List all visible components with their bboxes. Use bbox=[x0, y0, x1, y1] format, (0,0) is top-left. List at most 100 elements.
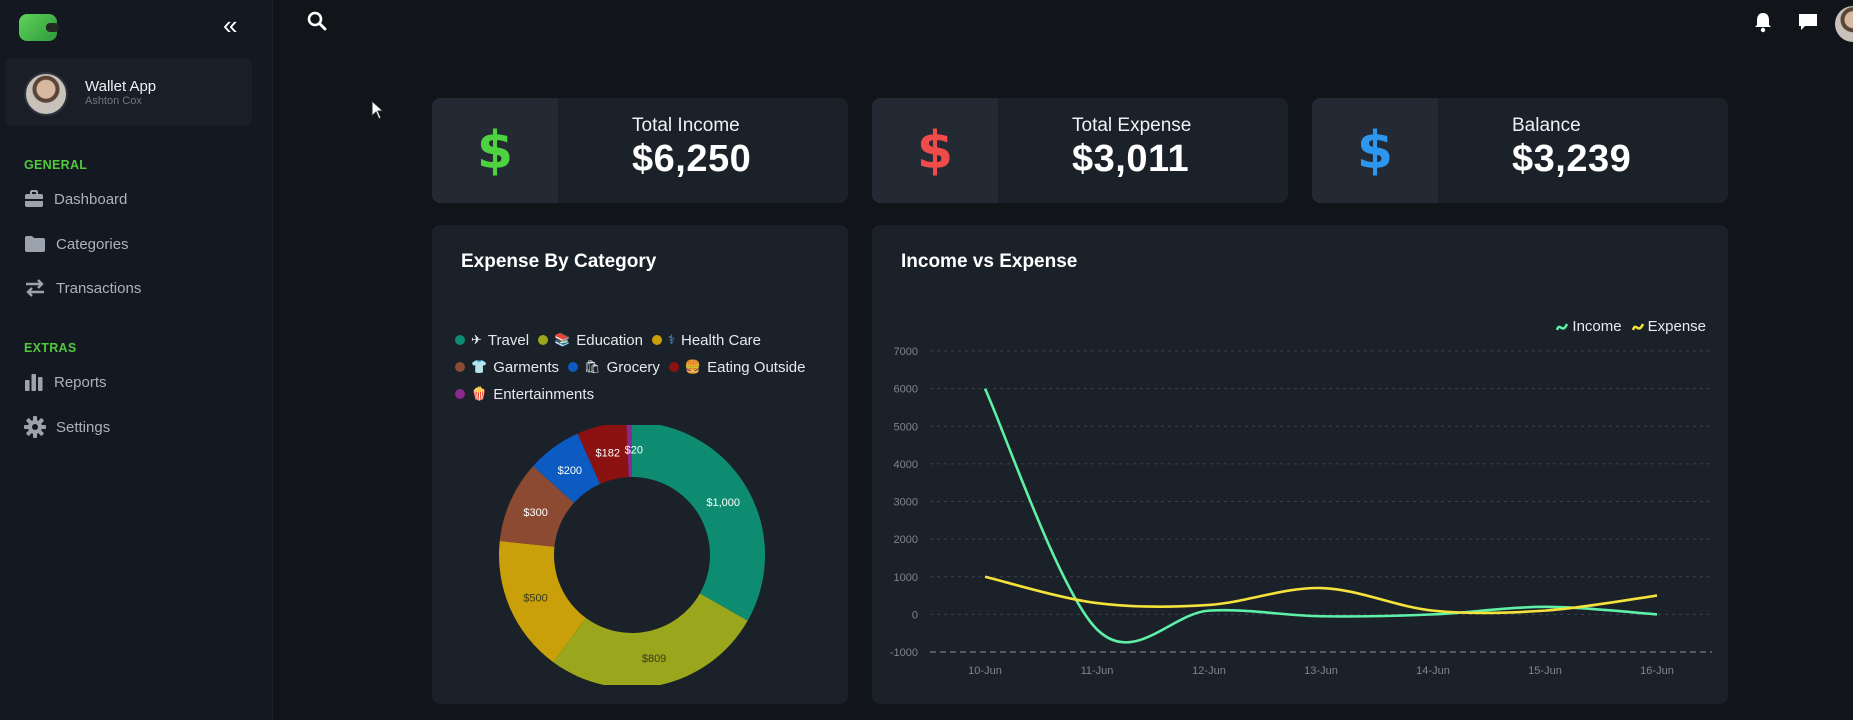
y-tick-label: 1000 bbox=[894, 572, 918, 584]
legend-dot bbox=[455, 335, 465, 345]
collapse-sidebar-button[interactable]: « bbox=[223, 12, 237, 38]
legend-dot bbox=[538, 335, 549, 345]
y-tick-label: -1000 bbox=[890, 647, 918, 659]
sidebar-item-label: Transactions bbox=[56, 279, 142, 297]
legend-label: Grocery bbox=[606, 358, 660, 376]
mouse-cursor-icon bbox=[371, 99, 385, 125]
y-tick-label: 3000 bbox=[894, 497, 918, 509]
data-label: $182 bbox=[596, 447, 620, 459]
avatar bbox=[24, 72, 68, 116]
expense-by-category-panel: Expense By Category ✈ Travel 📚 Education… bbox=[432, 225, 848, 704]
data-label: $20 bbox=[625, 445, 643, 457]
shopping-bag-icon: 🛍 bbox=[584, 359, 601, 375]
legend-label: Health Care bbox=[680, 331, 762, 349]
x-tick-label: 16-Jun bbox=[1640, 665, 1674, 677]
series-line-icon bbox=[1556, 322, 1569, 330]
y-tick-label: 4000 bbox=[894, 459, 918, 471]
shirt-icon: 👕 bbox=[471, 359, 488, 375]
profile-subtitle: Ashton Cox bbox=[85, 95, 142, 107]
dollar-icon: $ bbox=[872, 98, 998, 203]
legend-item-income[interactable]: Income bbox=[1556, 318, 1622, 335]
legend-item-expense[interactable]: Expense bbox=[1631, 318, 1706, 335]
sidebar-item-settings[interactable]: Settings bbox=[24, 413, 110, 441]
x-tick-label: 12-Jun bbox=[1192, 665, 1226, 677]
bar-chart-icon bbox=[25, 374, 43, 391]
donut-chart: $1,000 $809 $500 $300 $200 $182 $20 bbox=[499, 425, 765, 685]
x-tick-label: 10-Jun bbox=[968, 665, 1002, 677]
nav-section-extras: EXTRAS bbox=[24, 341, 77, 355]
x-tick-label: 11-Jun bbox=[1081, 665, 1114, 677]
sidebar-item-dashboard[interactable]: Dashboard bbox=[24, 185, 127, 213]
legend-dot bbox=[651, 335, 662, 345]
y-tick-label: 7000 bbox=[894, 346, 918, 358]
briefcase-icon bbox=[25, 190, 43, 207]
legend-dot bbox=[668, 362, 679, 372]
pie-legend: ✈ Travel 📚 Education ⚕ Health Care 👕 Gar… bbox=[455, 330, 850, 404]
messages-button[interactable] bbox=[1797, 11, 1819, 38]
sidebar-item-transactions[interactable]: Transactions bbox=[24, 274, 141, 302]
sidebar-item-reports[interactable]: Reports bbox=[24, 368, 107, 396]
sidebar: « Wallet App Ashton Cox GENERAL Dashboar… bbox=[0, 0, 273, 720]
legend-label: Education bbox=[576, 331, 643, 349]
search-icon bbox=[307, 11, 327, 31]
expense-card[interactable]: $ Total Expense $3,011 bbox=[872, 98, 1288, 203]
search-button[interactable] bbox=[306, 10, 328, 37]
data-label: $200 bbox=[558, 465, 582, 477]
popcorn-icon: 🍿 bbox=[471, 386, 488, 402]
income-card[interactable]: $ Total Income $6,250 bbox=[432, 98, 848, 203]
legend-label: Income bbox=[1572, 318, 1622, 335]
profile-name: Wallet App bbox=[85, 78, 157, 95]
legend-item-entertainments[interactable]: 🍿 Entertainments bbox=[455, 384, 594, 404]
sidebar-item-label: Reports bbox=[54, 373, 107, 391]
card-label: Total Income bbox=[632, 115, 740, 136]
legend-item-travel[interactable]: ✈ Travel bbox=[455, 330, 529, 350]
user-avatar[interactable] bbox=[1835, 6, 1853, 42]
legend-label: Expense bbox=[1647, 318, 1706, 335]
balance-card[interactable]: $ Balance $3,239 bbox=[1312, 98, 1728, 203]
data-label: $809 bbox=[642, 653, 666, 665]
y-tick-label: 2000 bbox=[894, 534, 918, 546]
series-line-icon bbox=[1631, 322, 1644, 330]
card-value: $6,250 bbox=[632, 138, 752, 180]
card-label: Total Expense bbox=[1072, 115, 1192, 136]
dollar-icon: $ bbox=[432, 98, 558, 203]
legend-item-education[interactable]: 📚 Education bbox=[538, 330, 643, 350]
card-value: $3,239 bbox=[1512, 138, 1632, 180]
donut-slice-education[interactable] bbox=[553, 593, 748, 685]
sidebar-item-categories[interactable]: Categories bbox=[24, 230, 129, 258]
dollar-icon: $ bbox=[1312, 98, 1438, 203]
airplane-icon: ✈ bbox=[471, 332, 482, 348]
legend-dot bbox=[455, 362, 465, 372]
legend-item-health-care[interactable]: ⚕ Health Care bbox=[651, 330, 762, 350]
sidebar-item-label: Categories bbox=[56, 235, 129, 253]
chat-icon bbox=[1799, 14, 1817, 30]
data-label: $300 bbox=[523, 507, 547, 519]
gear-icon bbox=[24, 416, 46, 438]
profile-card[interactable]: Wallet App Ashton Cox bbox=[5, 58, 252, 126]
legend-item-garments[interactable]: 👕 Garments bbox=[455, 357, 559, 377]
x-tick-label: 15-Jun bbox=[1528, 665, 1562, 677]
legend-dot bbox=[455, 389, 465, 399]
sidebar-item-label: Dashboard bbox=[54, 190, 128, 208]
stethoscope-icon: ⚕ bbox=[667, 332, 675, 348]
x-tick-label: 13-Jun bbox=[1304, 665, 1338, 677]
legend-item-grocery[interactable]: 🛍 Grocery bbox=[568, 357, 660, 377]
legend-label: Entertainments bbox=[493, 385, 595, 403]
legend-dot bbox=[568, 362, 579, 372]
y-tick-label: 0 bbox=[912, 609, 918, 621]
y-tick-label: 5000 bbox=[894, 421, 918, 433]
wallet-logo-icon[interactable] bbox=[19, 14, 59, 41]
data-label: $1,000 bbox=[706, 497, 740, 509]
folder-icon bbox=[25, 236, 45, 252]
data-label: $500 bbox=[523, 593, 547, 605]
notifications-button[interactable] bbox=[1753, 11, 1773, 38]
transfer-icon bbox=[26, 279, 44, 297]
panel-title: Income vs Expense bbox=[901, 251, 1078, 272]
books-icon: 📚 bbox=[554, 332, 571, 348]
income-vs-expense-panel: Income vs Expense Income Expense -1000 0 1… bbox=[872, 225, 1728, 704]
card-label: Balance bbox=[1512, 115, 1581, 136]
donut-slice-travel[interactable] bbox=[632, 425, 765, 621]
bell-icon bbox=[1755, 13, 1771, 33]
x-tick-label: 14-Jun bbox=[1416, 665, 1450, 677]
legend-item-eating-outside[interactable]: 🍔 Eating Outside bbox=[668, 357, 806, 377]
